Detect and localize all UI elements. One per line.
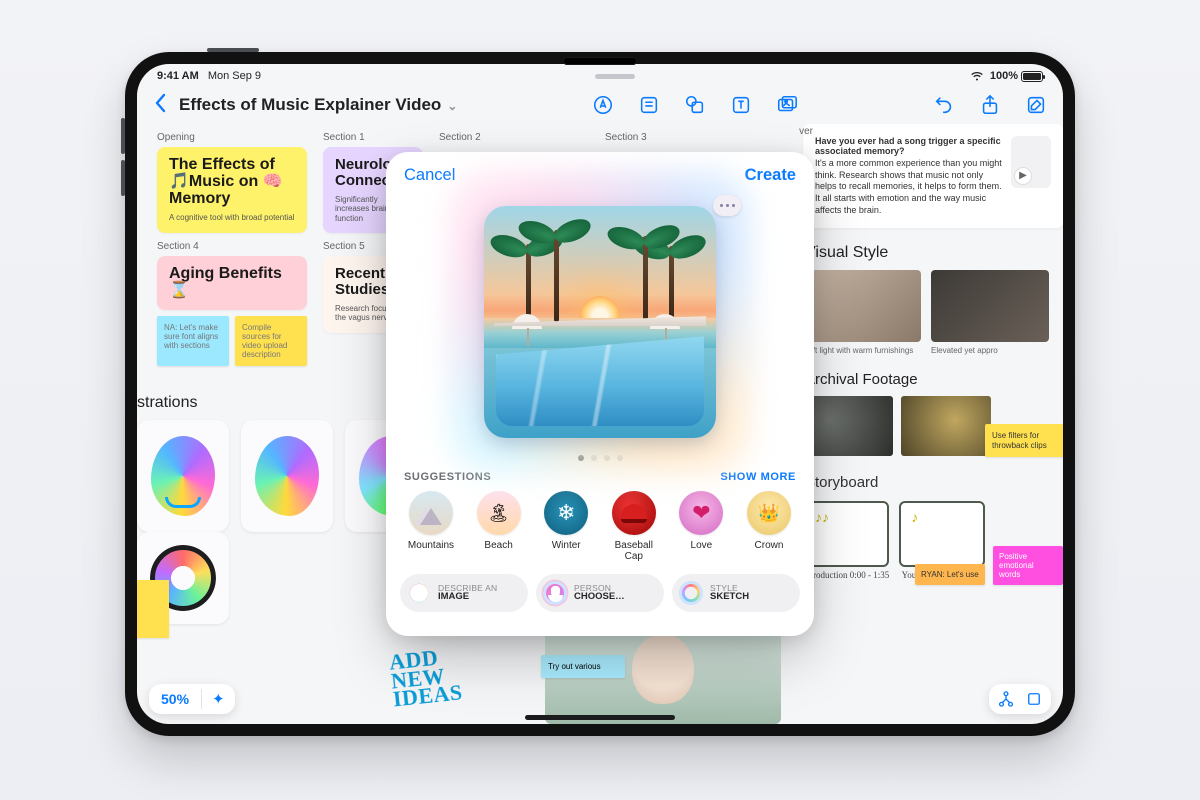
chip-baseball-cap[interactable]: Baseball Cap <box>605 491 663 562</box>
app-titlebar: Effects of Music Explainer Video⌄ <box>137 86 1063 124</box>
chip-mountains[interactable]: Mountains <box>402 491 460 562</box>
image-playground-modal: Cancel Create SUGGESTIONS SHOW MORE <box>386 152 814 636</box>
archival-sticky[interactable]: Use filters for throwback clips <box>985 424 1063 456</box>
style-ring-icon <box>679 581 703 605</box>
sticky-orange[interactable]: RYAN: Let's use <box>915 564 985 585</box>
more-options-button[interactable] <box>713 195 741 216</box>
section-label: Section 2 <box>439 132 589 143</box>
storyboard-frame-1[interactable]: ♪♪ <box>803 501 889 567</box>
document-title[interactable]: Effects of Music Explainer Video⌄ <box>179 95 457 115</box>
toolbar-right <box>933 94 1047 116</box>
sticky-cyan-bottom[interactable]: Try out various <box>541 655 625 678</box>
sticky-yellow[interactable]: Compile sources for video upload descrip… <box>235 316 307 367</box>
illustration-tile-1[interactable] <box>137 420 229 532</box>
shapes-tool-icon[interactable] <box>684 94 706 116</box>
battery-indicator: 100% <box>990 70 1043 82</box>
sparkle-icon <box>407 581 431 605</box>
compose-icon[interactable] <box>1025 94 1047 116</box>
screen: 9:41 AM Mon Sep 9 100% Ef <box>137 64 1063 724</box>
card-s4[interactable]: Aging Benefits ⌛ <box>157 256 307 310</box>
ipad-frame: 9:41 AM Mon Sep 9 100% Ef <box>125 52 1075 736</box>
share-icon[interactable] <box>979 94 1001 116</box>
home-indicator[interactable] <box>525 715 675 720</box>
style-thumb-1[interactable] <box>803 270 921 342</box>
style-button[interactable]: STYLE SKETCH <box>672 574 800 612</box>
hero-preview[interactable] <box>477 199 723 445</box>
right-pane: ver Have you ever had a song trigger a s… <box>803 124 1063 581</box>
section-label: Section 4 <box>157 241 307 252</box>
chip-love[interactable]: Love <box>672 491 730 562</box>
storyboard-heading: Storyboard <box>805 474 1061 491</box>
text-tool-icon[interactable] <box>730 94 752 116</box>
section-label: Section 3 <box>605 132 755 143</box>
voiceover-card[interactable]: Have you ever had a song trigger a speci… <box>803 124 1063 228</box>
multitask-pill[interactable] <box>595 74 635 79</box>
status-bar: 9:41 AM Mon Sep 9 100% <box>137 64 1063 86</box>
chip-crown[interactable]: Crown <box>740 491 798 562</box>
note-tool-icon[interactable] <box>638 94 660 116</box>
zoom-fit-icon[interactable]: ✦ <box>206 690 231 708</box>
zoom-percent[interactable]: 50% <box>153 688 197 710</box>
voiceover-label: ver <box>799 126 813 137</box>
back-button[interactable] <box>153 93 169 118</box>
wifi-icon <box>970 71 984 81</box>
battery-percent: 100% <box>990 70 1018 82</box>
generated-image <box>484 206 716 438</box>
person-icon <box>543 581 567 605</box>
audio-play-chip[interactable] <box>1011 136 1051 188</box>
zoom-control[interactable]: 50% ✦ <box>149 684 235 714</box>
sticky-cyan[interactable]: NA: Let's make sure font aligns with sec… <box>157 316 229 367</box>
show-more-button[interactable]: SHOW MORE <box>720 471 796 483</box>
chip-winter[interactable]: Winter <box>537 491 595 562</box>
suggestions-label: SUGGESTIONS <box>404 471 491 483</box>
section-label: Opening <box>157 132 307 143</box>
media-tool-icon[interactable] <box>776 94 798 116</box>
chip-beach[interactable]: Beach <box>470 491 528 562</box>
visual-style-heading: Visual Style <box>805 244 1061 262</box>
handwriting-note[interactable]: ADD NEW IDEAS <box>388 646 463 709</box>
archival-thumb-1[interactable] <box>803 396 893 456</box>
archival-heading: Archival Footage <box>805 371 1061 388</box>
toolbar-center <box>592 94 798 116</box>
chevron-down-icon: ⌄ <box>447 99 457 113</box>
sticky-magenta[interactable]: Positive emotional words <box>993 546 1063 586</box>
status-right: 100% <box>970 70 1043 82</box>
pen-tool-icon[interactable] <box>592 94 614 116</box>
create-button[interactable]: Create <box>745 166 796 185</box>
hierarchy-icon[interactable] <box>997 690 1015 708</box>
choose-person-button[interactable]: PERSON CHOOSE… <box>536 574 664 612</box>
describe-image-button[interactable]: DESCRIBE AN IMAGE <box>400 574 528 612</box>
illustration-tile-2[interactable] <box>241 420 333 532</box>
view-controls[interactable] <box>989 684 1051 714</box>
storyboard-frame-2[interactable]: ♪ <box>899 501 985 567</box>
status-time: 9:41 AM <box>157 70 199 82</box>
style-thumb-2[interactable] <box>931 270 1049 342</box>
sticky-blank-yellow[interactable] <box>137 580 169 638</box>
status-date: Mon Sep 9 <box>208 70 261 82</box>
archival-thumb-2[interactable] <box>901 396 991 456</box>
status-left: 9:41 AM Mon Sep 9 <box>157 70 261 82</box>
suggestion-chips: Mountains Beach Winter Baseball Cap Love… <box>386 491 814 562</box>
section-label: Section 1 <box>323 132 423 143</box>
cancel-button[interactable]: Cancel <box>404 166 455 185</box>
square-icon[interactable] <box>1025 690 1043 708</box>
undo-icon[interactable] <box>933 94 955 116</box>
card-opening[interactable]: The Effects of 🎵Music on 🧠Memory A cogni… <box>157 147 307 233</box>
